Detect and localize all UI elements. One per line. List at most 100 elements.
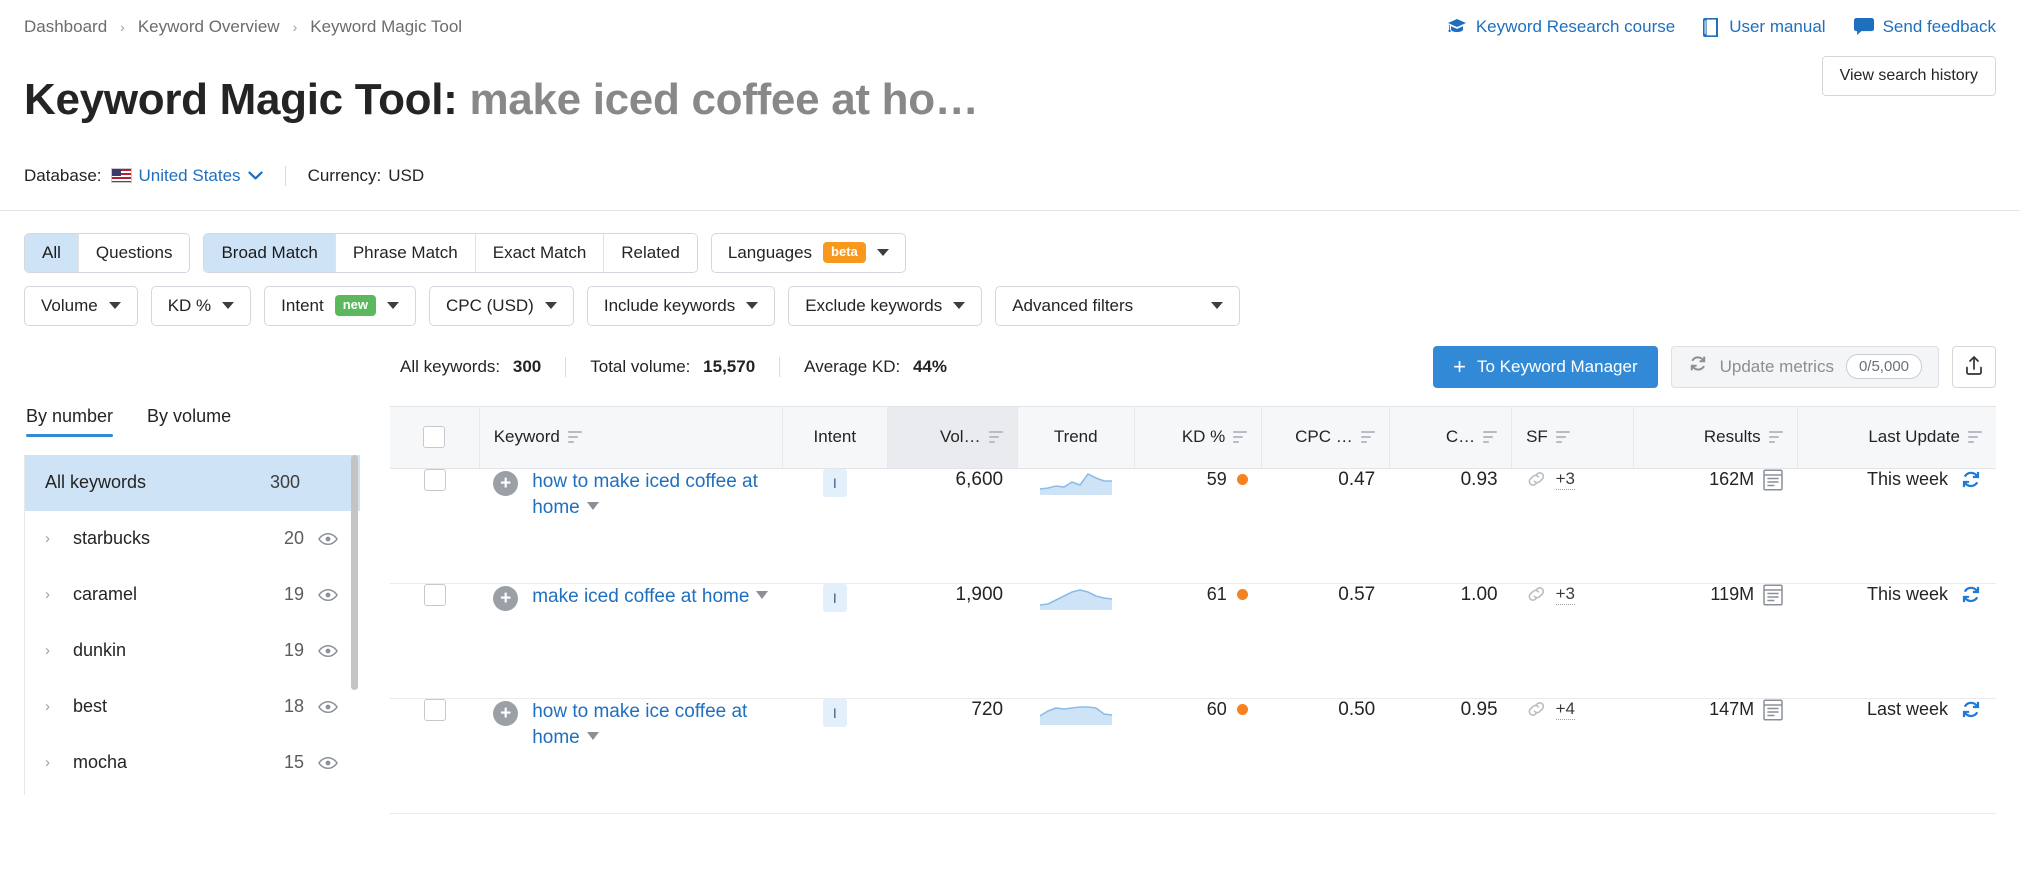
- row-checkbox[interactable]: [423, 583, 446, 606]
- intent-badge[interactable]: I: [822, 468, 847, 497]
- sort-icon[interactable]: [1555, 430, 1570, 444]
- tab-by-volume[interactable]: By volume: [147, 406, 231, 437]
- breadcrumb-item-dashboard[interactable]: Dashboard: [24, 17, 107, 37]
- eye-icon[interactable]: [318, 756, 338, 770]
- th-kd[interactable]: KD %: [1134, 405, 1263, 469]
- user-manual-link[interactable]: User manual: [1703, 17, 1826, 37]
- serp-icon[interactable]: [1763, 698, 1783, 721]
- cell-sf: +3: [1511, 583, 1634, 699]
- chevron-down-icon[interactable]: [756, 590, 769, 599]
- cell-cpc: 0.57: [1261, 583, 1390, 699]
- keyword-link[interactable]: how to make ice coffee at home: [532, 699, 768, 751]
- cell-competition: 1.00: [1389, 583, 1512, 699]
- cpc-filter-label: CPC (USD): [446, 295, 534, 315]
- eye-icon[interactable]: [318, 532, 338, 546]
- sidebar-item-dunkin[interactable]: › dunkin 19: [25, 623, 360, 679]
- export-button[interactable]: [1952, 345, 1996, 388]
- tab-by-number[interactable]: By number: [26, 406, 114, 437]
- kd-value: 59: [1206, 468, 1227, 489]
- chevron-down-icon[interactable]: [247, 168, 263, 183]
- sort-icon[interactable]: [988, 430, 1003, 444]
- chevron-down-icon[interactable]: [586, 731, 599, 740]
- filter-exact-match[interactable]: Exact Match: [475, 233, 605, 272]
- serp-icon[interactable]: [1763, 583, 1783, 606]
- chevron-right-icon[interactable]: ›: [45, 642, 61, 659]
- cell-results: 147M: [1633, 698, 1798, 814]
- chevron-right-icon[interactable]: ›: [45, 698, 61, 715]
- to-keyword-manager-button[interactable]: + To Keyword Manager: [1433, 345, 1658, 388]
- advanced-filters-dropdown[interactable]: Advanced filters: [995, 285, 1241, 326]
- keyword-research-course-link[interactable]: Keyword Research course: [1447, 17, 1675, 37]
- exclude-keywords-dropdown[interactable]: Exclude keywords: [788, 285, 983, 326]
- keyword-link[interactable]: how to make iced coffee at home: [532, 469, 768, 521]
- chevron-right-icon[interactable]: ›: [45, 530, 61, 547]
- volume-filter-dropdown[interactable]: Volume: [24, 285, 138, 326]
- send-feedback-link[interactable]: Send feedback: [1853, 17, 1996, 37]
- database-value[interactable]: United States: [139, 166, 241, 186]
- competition-value: 1.00: [1460, 583, 1498, 605]
- keyword-link[interactable]: make iced coffee at home: [532, 584, 769, 610]
- update-metrics-button[interactable]: Update metrics 0/5,000: [1670, 345, 1939, 388]
- sidebar-scrollbar[interactable]: [351, 454, 358, 690]
- sf-count[interactable]: +4: [1555, 699, 1575, 720]
- sort-icon[interactable]: [1360, 430, 1375, 444]
- sort-icon[interactable]: [567, 430, 582, 444]
- sf-count[interactable]: +3: [1555, 584, 1575, 605]
- refresh-icon[interactable]: [1960, 584, 1982, 606]
- sidebar-item-starbucks[interactable]: › starbucks 20: [25, 511, 360, 567]
- cell-sf: +3: [1511, 468, 1634, 584]
- kd-filter-dropdown[interactable]: KD %: [150, 285, 252, 326]
- th-last-update[interactable]: Last Update: [1797, 405, 1996, 469]
- breadcrumb-item-keyword-overview[interactable]: Keyword Overview: [138, 17, 280, 37]
- filter-broad-match[interactable]: Broad Match: [204, 233, 336, 272]
- intent-badge[interactable]: I: [822, 698, 847, 727]
- th-volume[interactable]: Vol…: [887, 405, 1018, 469]
- th-keyword[interactable]: Keyword: [479, 405, 784, 469]
- view-search-history-button[interactable]: View search history: [1821, 56, 1996, 96]
- select-all-checkbox[interactable]: [423, 426, 446, 449]
- filter-all[interactable]: All: [25, 233, 79, 272]
- intent-filter-dropdown[interactable]: Intent new: [264, 285, 417, 326]
- chevron-right-icon[interactable]: ›: [45, 754, 61, 771]
- trend-sparkline: [1031, 584, 1120, 610]
- sidebar-item-best[interactable]: › best 18: [25, 679, 360, 735]
- add-keyword-icon[interactable]: +: [493, 585, 519, 611]
- eye-icon[interactable]: [318, 644, 338, 658]
- th-cpc[interactable]: CPC …: [1261, 405, 1390, 469]
- sidebar-item-caramel[interactable]: › caramel 19: [25, 567, 360, 623]
- intent-badge[interactable]: I: [822, 583, 847, 612]
- cpc-filter-dropdown[interactable]: CPC (USD): [429, 285, 574, 326]
- eye-icon[interactable]: [318, 588, 338, 602]
- th-results[interactable]: Results: [1633, 405, 1798, 469]
- refresh-icon[interactable]: [1960, 699, 1982, 721]
- sort-icon[interactable]: [1483, 430, 1498, 444]
- row-checkbox[interactable]: [423, 698, 446, 721]
- breadcrumb-item-keyword-magic-tool[interactable]: Keyword Magic Tool: [310, 17, 462, 37]
- serp-icon[interactable]: [1763, 468, 1783, 491]
- row-checkbox[interactable]: [423, 468, 446, 491]
- cell-results: 162M: [1633, 468, 1798, 584]
- sort-icon[interactable]: [1968, 430, 1982, 444]
- add-keyword-icon[interactable]: +: [493, 470, 519, 496]
- filter-related[interactable]: Related: [604, 233, 697, 272]
- filter-phrase-match[interactable]: Phrase Match: [335, 233, 476, 272]
- include-keywords-dropdown[interactable]: Include keywords: [586, 285, 776, 326]
- languages-dropdown[interactable]: Languages beta: [710, 232, 906, 273]
- th-sf[interactable]: SF: [1511, 405, 1635, 469]
- add-keyword-icon[interactable]: +: [493, 700, 519, 726]
- sort-icon[interactable]: [1233, 430, 1248, 444]
- sf-count[interactable]: +3: [1555, 469, 1575, 490]
- eye-icon[interactable]: [318, 700, 338, 714]
- refresh-icon[interactable]: [1960, 469, 1982, 491]
- chevron-down-icon[interactable]: [586, 501, 599, 510]
- th-competition[interactable]: C…: [1389, 405, 1513, 469]
- table-row: + how to make ice coffee at home I 720 6…: [390, 698, 1996, 814]
- sidebar-item-all-keywords[interactable]: All keywords 300: [25, 454, 360, 511]
- graduation-cap-icon: [1447, 18, 1467, 36]
- sidebar-item-label: best: [73, 696, 108, 717]
- sort-icon[interactable]: [1768, 430, 1783, 444]
- filter-questions[interactable]: Questions: [78, 233, 190, 272]
- filter-row-metrics: Volume KD % Intent new CPC (USD) Include…: [24, 285, 1996, 326]
- chevron-right-icon[interactable]: ›: [45, 586, 61, 603]
- sidebar-item-mocha[interactable]: › mocha 15: [25, 735, 360, 791]
